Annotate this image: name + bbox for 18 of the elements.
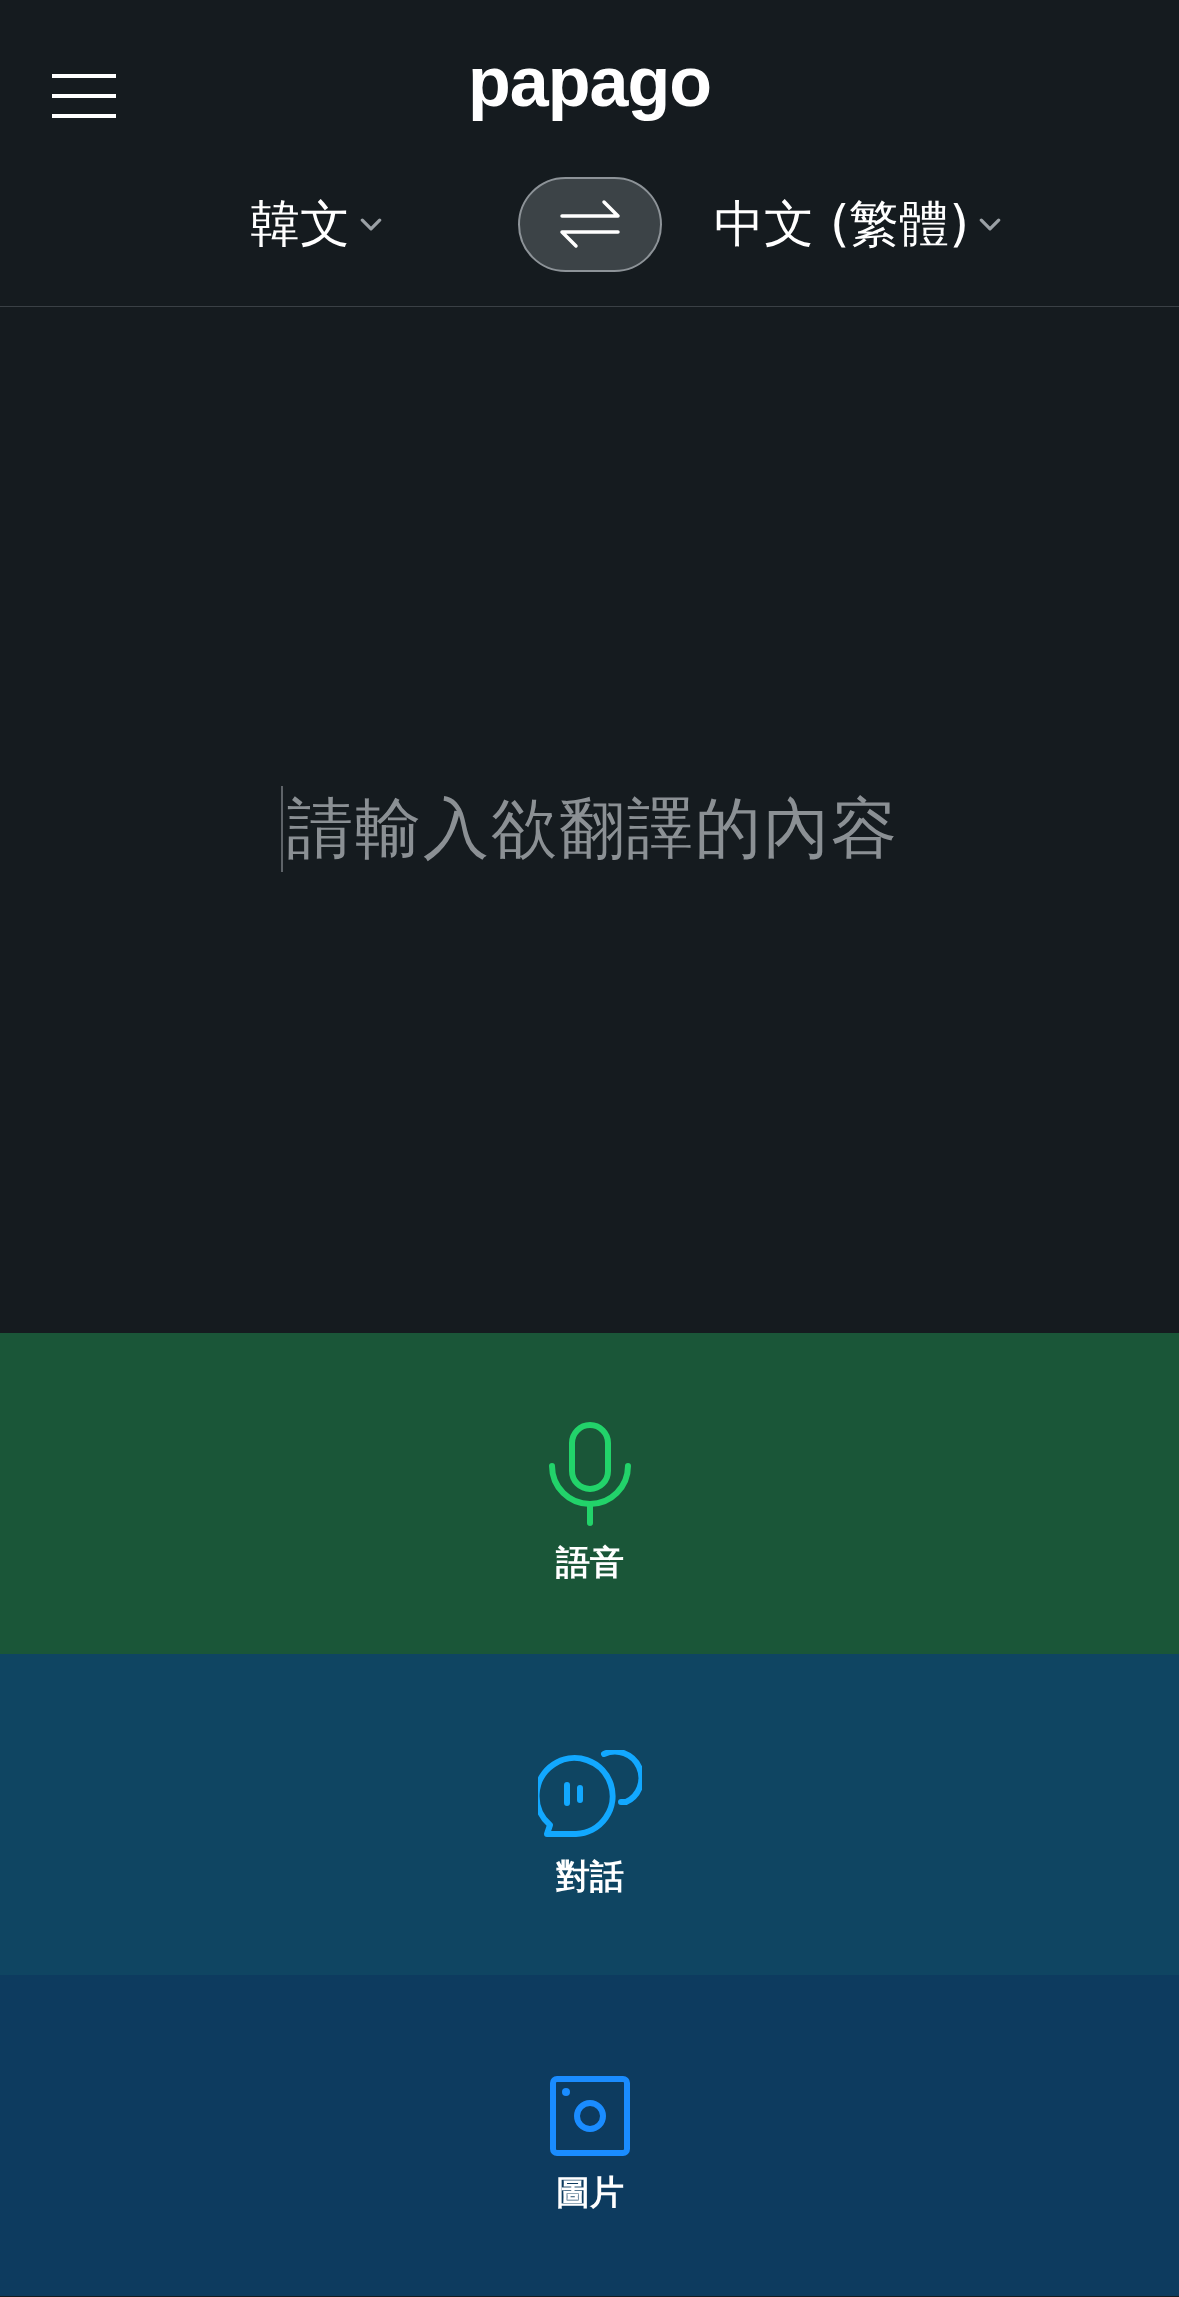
- swap-icon: [560, 199, 620, 249]
- source-language-dropdown[interactable]: 韓文: [250, 190, 518, 258]
- mode-label: 對話: [555, 1854, 624, 1898]
- menu-icon: [52, 73, 116, 119]
- target-language-dropdown[interactable]: 中文 (繁體): [714, 190, 1001, 258]
- chevron-down-icon: [360, 217, 382, 231]
- mode-panel[interactable]: 圖片: [0, 1975, 1179, 2296]
- camera-icon: [549, 2075, 630, 2156]
- mode-label: 圖片: [555, 2170, 624, 2214]
- menu-button[interactable]: [52, 73, 116, 119]
- mode-panel[interactable]: 語音: [0, 1333, 1179, 1654]
- mode-panel[interactable]: 對話: [0, 1654, 1179, 1975]
- logo: papago: [468, 42, 711, 122]
- microphone-icon: [547, 1421, 632, 1526]
- chat-bubbles-icon: [537, 1749, 642, 1840]
- chevron-down-icon: [978, 217, 1001, 231]
- input-field[interactable]: 請輸入欲翻譯的內容: [280, 784, 899, 874]
- mode-label: 語音: [555, 1540, 624, 1584]
